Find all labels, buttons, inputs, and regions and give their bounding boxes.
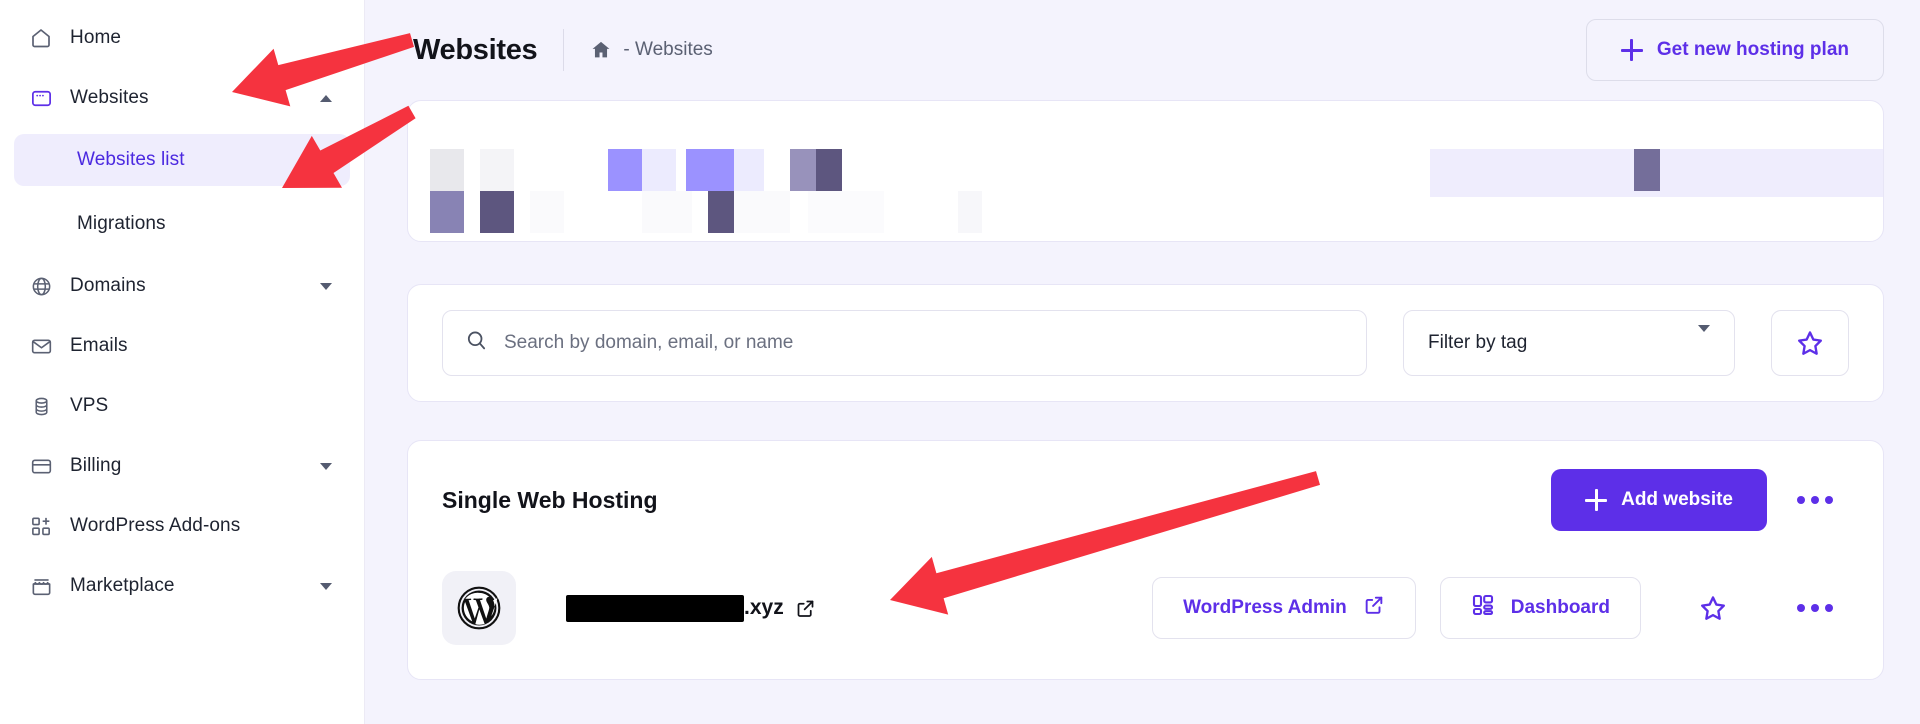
page-header: Websites - Websites Get new hosting plan xyxy=(365,0,1920,100)
home-icon xyxy=(28,25,54,51)
sidebar-item-label: Billing xyxy=(70,455,122,476)
sidebar-item-emails[interactable]: Emails xyxy=(14,322,350,370)
add-website-label: Add website xyxy=(1621,489,1733,510)
skeleton-block xyxy=(734,149,764,191)
home-filled-icon[interactable] xyxy=(590,39,612,61)
ellipsis-dot xyxy=(1797,496,1805,504)
page-scrollbar[interactable] xyxy=(1913,0,1920,724)
get-new-hosting-plan-button[interactable]: Get new hosting plan xyxy=(1585,19,1884,81)
add-website-button[interactable]: Add website xyxy=(1551,469,1767,531)
sidebar-item-label: Websites list xyxy=(77,149,185,170)
chevron-down-icon xyxy=(1698,325,1710,354)
grid-plus-icon xyxy=(28,513,54,539)
skeleton-block xyxy=(480,191,514,233)
external-link-icon[interactable] xyxy=(795,598,816,619)
skeleton-block xyxy=(642,149,676,191)
sidebar: Home Websites Websites list Migrations D… xyxy=(0,0,365,724)
skeleton-block xyxy=(430,149,464,191)
breadcrumb: - Websites xyxy=(590,39,713,61)
chevron-down-icon[interactable] xyxy=(318,458,334,474)
sidebar-item-domains[interactable]: Domains xyxy=(14,262,350,310)
sidebar-item-websites[interactable]: Websites xyxy=(14,74,350,122)
card-icon xyxy=(28,453,54,479)
store-icon xyxy=(28,573,54,599)
search-filter-bar: Filter by tag xyxy=(407,284,1884,402)
single-web-hosting-card: Single Web Hosting Add website .xyz Word… xyxy=(407,440,1884,680)
dashboard-grid-icon xyxy=(1471,593,1495,623)
skeleton-block xyxy=(642,191,692,233)
skeleton-block xyxy=(530,191,564,233)
sidebar-item-label: Home xyxy=(70,27,122,48)
ellipsis-dot xyxy=(1825,604,1833,612)
skeleton-block xyxy=(958,191,982,233)
hosting-card-header: Single Web Hosting Add website xyxy=(442,469,1849,531)
sidebar-item-billing[interactable]: Billing xyxy=(14,442,350,490)
sidebar-item-label: WordPress Add-ons xyxy=(70,515,241,536)
ellipsis-dot xyxy=(1797,604,1805,612)
loading-skeleton-banner xyxy=(407,100,1884,242)
skeleton-block xyxy=(608,149,642,191)
globe-icon xyxy=(28,273,54,299)
website-more-button[interactable] xyxy=(1781,594,1849,622)
sidebar-item-websites-list[interactable]: Websites list xyxy=(14,134,350,186)
envelope-icon xyxy=(28,333,54,359)
filter-by-tag-label: Filter by tag xyxy=(1428,332,1528,353)
skeleton-block xyxy=(480,149,514,191)
skeleton-block xyxy=(708,191,734,233)
external-link-icon xyxy=(1363,594,1385,622)
main-content: Websites - Websites Get new hosting plan xyxy=(365,0,1920,724)
plus-icon xyxy=(1620,39,1643,61)
favorite-website-button[interactable] xyxy=(1685,580,1741,636)
sidebar-item-wordpress-addons[interactable]: WordPress Add-ons xyxy=(14,502,350,550)
skeleton-block xyxy=(816,149,842,191)
redacted-domain-bar xyxy=(566,594,744,622)
sidebar-item-label: Migrations xyxy=(77,213,166,234)
skeleton-block xyxy=(430,191,464,233)
window-icon xyxy=(28,85,54,111)
sidebar-item-migrations[interactable]: Migrations xyxy=(14,198,350,250)
skeleton-block xyxy=(808,191,884,233)
skeleton-block xyxy=(1634,149,1660,191)
wordpress-admin-label: WordPress Admin xyxy=(1183,597,1347,618)
sidebar-item-vps[interactable]: VPS xyxy=(14,382,350,430)
chevron-up-icon[interactable] xyxy=(318,90,334,106)
website-row: .xyz WordPress Admin Dashboard xyxy=(442,571,1849,645)
sidebar-item-label: Marketplace xyxy=(70,575,175,596)
skeleton-block xyxy=(768,191,790,233)
wordpress-admin-button[interactable]: WordPress Admin xyxy=(1152,577,1416,639)
breadcrumb-text: - Websites xyxy=(623,39,713,60)
domain-suffix: .xyz xyxy=(744,596,784,619)
sidebar-item-label: Websites xyxy=(70,87,149,108)
hosting-plan-more-button[interactable] xyxy=(1781,486,1849,514)
hosting-plan-title: Single Web Hosting xyxy=(442,486,658,513)
chevron-down-icon[interactable] xyxy=(318,278,334,294)
skeleton-block xyxy=(686,149,734,191)
wordpress-icon xyxy=(442,571,516,645)
sidebar-item-label: Domains xyxy=(70,275,146,296)
search-box[interactable] xyxy=(442,310,1367,376)
sidebar-item-label: Emails xyxy=(70,335,128,356)
ellipsis-dot xyxy=(1811,604,1819,612)
app-root: Home Websites Websites list Migrations D… xyxy=(0,0,1920,724)
website-domain[interactable]: .xyz xyxy=(566,594,816,622)
skeleton-block xyxy=(790,149,816,191)
filter-by-tag-select[interactable]: Filter by tag xyxy=(1403,310,1735,376)
sidebar-item-label: VPS xyxy=(70,395,109,416)
sidebar-item-marketplace[interactable]: Marketplace xyxy=(14,562,350,610)
ellipsis-dot xyxy=(1825,496,1833,504)
sidebar-item-home[interactable]: Home xyxy=(14,14,350,62)
header-divider xyxy=(563,29,565,71)
favorites-filter-button[interactable] xyxy=(1771,310,1849,376)
get-new-hosting-plan-label: Get new hosting plan xyxy=(1656,39,1849,60)
dashboard-button[interactable]: Dashboard xyxy=(1439,577,1641,639)
server-icon xyxy=(28,393,54,419)
chevron-down-icon[interactable] xyxy=(318,578,334,594)
search-icon xyxy=(465,329,488,357)
search-input[interactable] xyxy=(504,311,1344,375)
dashboard-label: Dashboard xyxy=(1510,597,1610,618)
content-area: Filter by tag Single Web Hosting Add web… xyxy=(365,100,1920,680)
page-title: Websites xyxy=(413,33,538,66)
ellipsis-dot xyxy=(1811,496,1819,504)
plus-icon xyxy=(1585,489,1608,511)
